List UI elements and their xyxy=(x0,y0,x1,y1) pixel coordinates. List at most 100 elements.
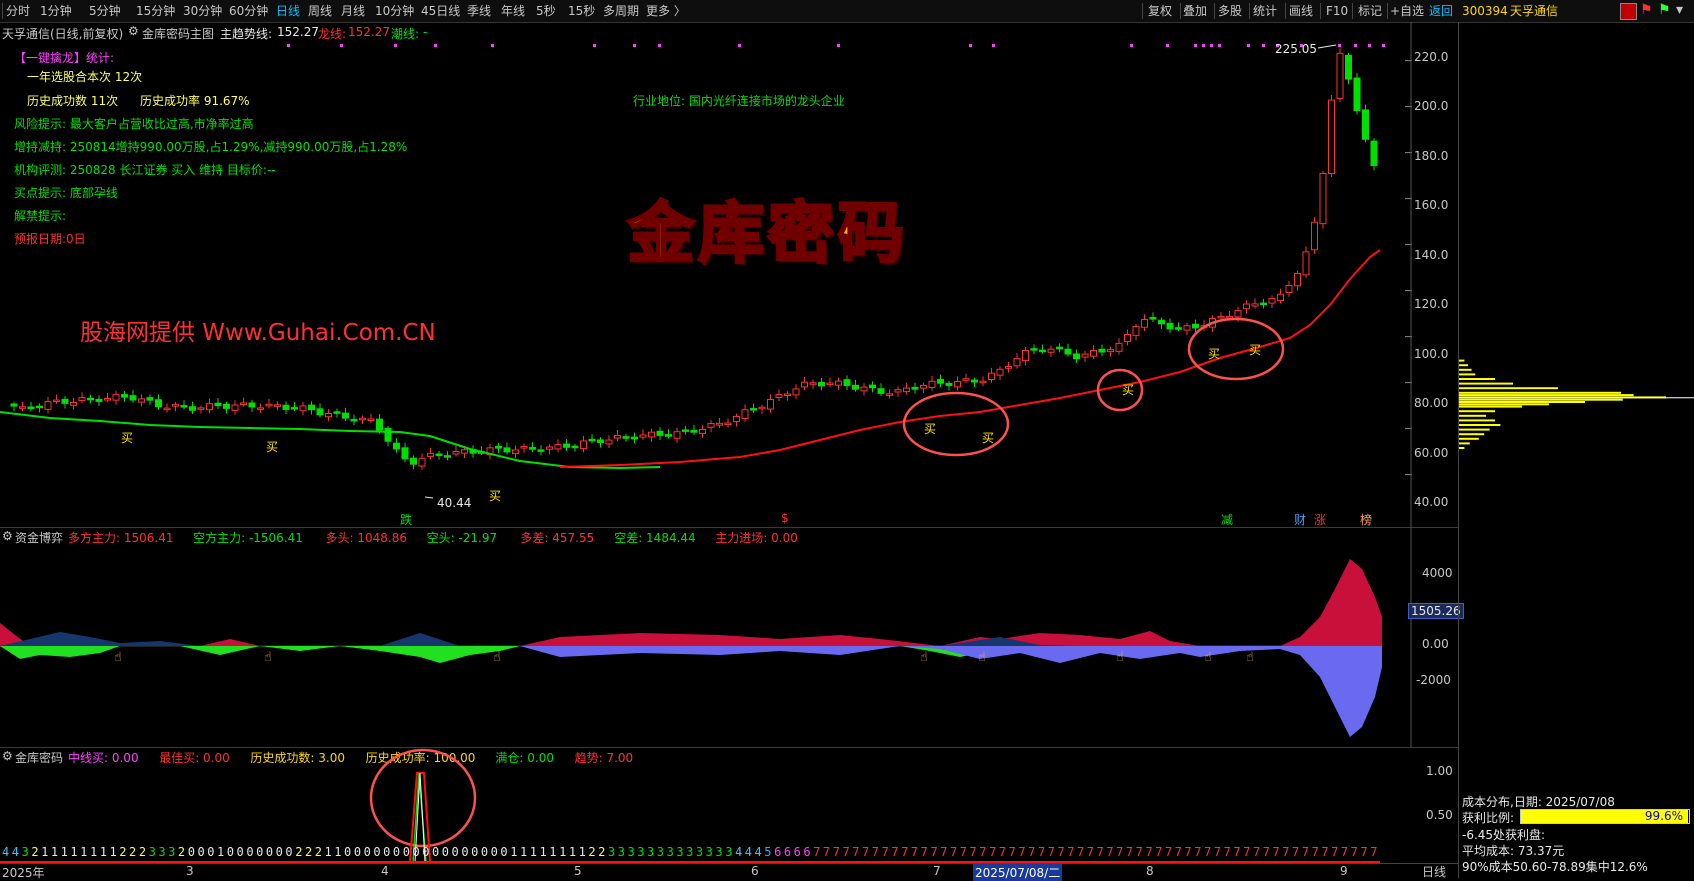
candle-body xyxy=(520,446,528,449)
candle-body xyxy=(860,386,868,392)
window-icon[interactable] xyxy=(1620,3,1637,20)
trend-digit: 3 xyxy=(617,845,625,859)
candle-body xyxy=(1030,348,1038,351)
adjust-button[interactable]: 复权 xyxy=(1148,0,1172,22)
candle-body xyxy=(954,380,961,388)
candle-body xyxy=(1115,343,1123,352)
candle-body xyxy=(359,417,366,421)
period-15sec[interactable]: 15秒 xyxy=(568,0,595,22)
period-year[interactable]: 年线 xyxy=(501,0,525,22)
flag-red-icon[interactable]: ⚑ xyxy=(1640,2,1653,18)
candle-body xyxy=(257,407,264,410)
trend-digit: 1 xyxy=(529,845,537,859)
candle-body xyxy=(121,394,128,398)
chip-bar xyxy=(1459,419,1495,422)
trend-digit: 7 xyxy=(979,845,987,859)
candle-body xyxy=(452,451,460,455)
period-10min[interactable]: 10分钟 xyxy=(375,0,414,22)
buy-marker: 买 xyxy=(121,431,133,445)
candle-body xyxy=(622,436,630,439)
trend-digit: 0 xyxy=(471,845,479,859)
candle-body xyxy=(70,401,77,406)
profit-line: -6.45处获利盘: xyxy=(1462,828,1546,842)
trend-digit-row: 4432111111112223332000100000002221100000… xyxy=(2,845,1402,859)
candle-body xyxy=(758,406,766,410)
trend-digit: 0 xyxy=(353,845,362,859)
trend-digit: 1 xyxy=(578,845,586,859)
period-15min[interactable]: 15分钟 xyxy=(136,0,175,22)
period-multi[interactable]: 多周期 xyxy=(603,0,639,22)
back-button[interactable]: 返回 xyxy=(1429,0,1453,22)
add-watchlist-button[interactable]: +自选 xyxy=(1390,0,1424,22)
trend-digit: 0 xyxy=(432,845,440,859)
candle-body xyxy=(690,429,698,433)
chip-bar xyxy=(1459,373,1476,376)
highlight-circle xyxy=(1187,317,1285,381)
signal-dot xyxy=(837,44,840,47)
trend-digit: 7 xyxy=(822,845,831,859)
period-indicator[interactable]: 日线 xyxy=(1422,863,1446,880)
period-day[interactable]: 日线 xyxy=(276,0,300,22)
multi-stock-button[interactable]: 多股 xyxy=(1218,0,1242,22)
period-45day[interactable]: 45日线 xyxy=(421,0,460,22)
trend-digit: 2 xyxy=(295,845,303,859)
candle-body xyxy=(1149,317,1157,320)
x-tick: 4 xyxy=(381,864,389,878)
period-tick[interactable]: 分时 xyxy=(6,0,30,22)
trend-digit: 7 xyxy=(1370,845,1378,859)
period-60min[interactable]: 60分钟 xyxy=(229,0,268,22)
period-month[interactable]: 月线 xyxy=(341,0,365,22)
overlay-button[interactable]: 叠加 xyxy=(1183,0,1207,22)
flag-green-icon[interactable]: ⚑ xyxy=(1658,2,1671,18)
candle-body xyxy=(656,430,664,436)
trend-digit: 0 xyxy=(285,845,293,859)
trend-digit: 7 xyxy=(1184,845,1192,859)
trend-digit: 3 xyxy=(647,845,655,859)
period-5sec[interactable]: 5秒 xyxy=(536,0,556,22)
candle-body xyxy=(699,428,706,434)
capital-chart[interactable]: ☝ ☝ ☝ ☝ ☝ ☝ ☝ ☝ xyxy=(0,527,1412,747)
trend-digit: 7 xyxy=(1360,845,1368,859)
candle-body xyxy=(1226,315,1233,319)
dropdown-icon[interactable]: ▾ xyxy=(1676,2,1683,18)
candle-body xyxy=(104,398,111,401)
candle-body xyxy=(962,378,970,381)
candle-body xyxy=(1158,319,1165,325)
f10-button[interactable]: F10 xyxy=(1326,0,1348,22)
chip-bar xyxy=(1459,428,1490,431)
candle-body xyxy=(291,407,298,410)
period-1min[interactable]: 1分钟 xyxy=(40,0,72,22)
trend-digit: 0 xyxy=(412,845,420,859)
trend-digit: 7 xyxy=(1331,845,1339,859)
candle-body xyxy=(733,415,740,422)
x-tick: 7 xyxy=(933,864,941,878)
trend-digit: 7 xyxy=(1125,845,1134,859)
kline-chart[interactable]: 买买买买买买买买 xyxy=(0,22,1458,527)
mark-button[interactable]: 标记 xyxy=(1358,0,1382,22)
trend-digit: 3 xyxy=(676,845,684,859)
period-week[interactable]: 周线 xyxy=(308,0,332,22)
trend-digit: 7 xyxy=(1233,845,1241,859)
candle-body xyxy=(724,422,732,426)
chip-bar xyxy=(1459,410,1495,413)
period-quarter[interactable]: 季线 xyxy=(467,0,491,22)
candle-body xyxy=(308,404,315,411)
candle-body xyxy=(129,395,137,401)
trend-digit: 7 xyxy=(1057,845,1065,859)
x-tick: 8 xyxy=(1146,864,1154,878)
x-tick: 2025年 xyxy=(2,866,45,880)
signal-dot xyxy=(340,44,343,47)
chip-bar xyxy=(1459,382,1513,385)
trend-digit: 3 xyxy=(725,845,733,859)
trend-digit: 0 xyxy=(451,845,459,859)
candle-body xyxy=(461,449,468,454)
signal-dot xyxy=(434,44,437,47)
draw-button[interactable]: 画线 xyxy=(1289,0,1313,22)
period-more[interactable]: 更多 〉 xyxy=(646,0,686,22)
trend-digit: 3 xyxy=(666,845,674,859)
period-5min[interactable]: 5分钟 xyxy=(89,0,121,22)
period-30min[interactable]: 30分钟 xyxy=(183,0,222,22)
candle-body xyxy=(843,379,851,386)
stats-button[interactable]: 统计 xyxy=(1253,0,1277,22)
trend-digit: 7 xyxy=(901,845,909,859)
